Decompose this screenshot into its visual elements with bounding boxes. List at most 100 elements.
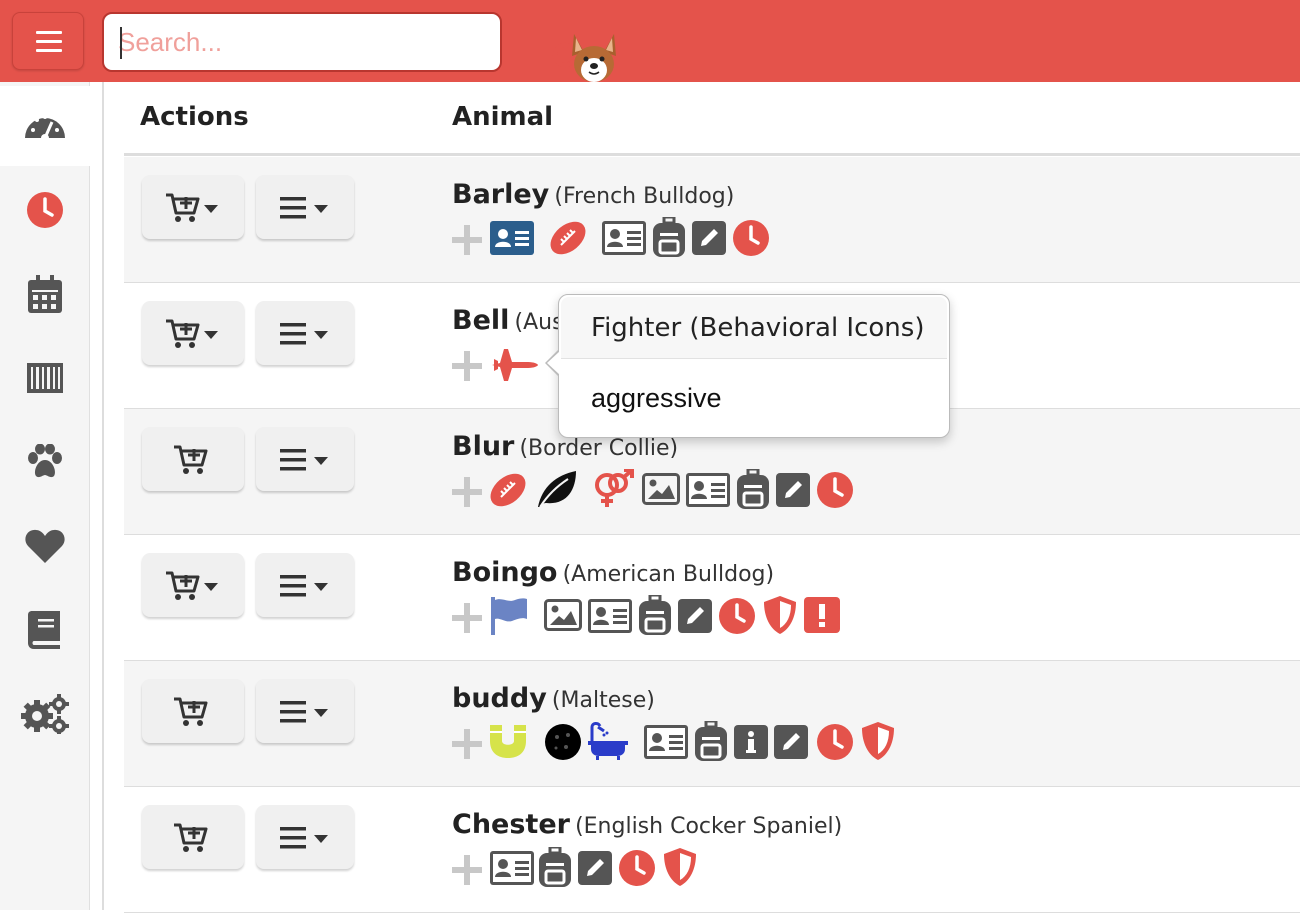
magnet-icon[interactable] xyxy=(488,723,528,759)
id-card-icon[interactable] xyxy=(490,221,534,255)
edit-icon[interactable] xyxy=(776,473,810,507)
add-icon[interactable] xyxy=(450,475,484,509)
id-card-icon[interactable] xyxy=(644,725,688,759)
search-input[interactable] xyxy=(118,24,438,60)
menu-dropdown-button[interactable] xyxy=(256,301,354,365)
menu-dropdown-button[interactable] xyxy=(256,805,354,869)
id-card-icon[interactable] xyxy=(602,221,646,255)
animal-name-line[interactable]: Boingo (American Bulldog) xyxy=(452,557,774,588)
cart-dropdown-button[interactable] xyxy=(142,553,244,617)
list-icon xyxy=(280,449,306,471)
cart-button[interactable] xyxy=(142,427,244,491)
caret-down-icon xyxy=(204,331,218,339)
dashboard-icon xyxy=(25,115,65,142)
backpack-icon[interactable] xyxy=(638,595,672,635)
sidebar-item-favorites[interactable] xyxy=(0,506,90,586)
animal-name[interactable]: Bell xyxy=(452,305,509,336)
menu-dropdown-button[interactable] xyxy=(256,427,354,491)
clock-icon[interactable] xyxy=(732,219,770,257)
add-icon[interactable] xyxy=(450,601,484,635)
animal-breed: (American Bulldog) xyxy=(562,562,775,587)
gender-icon[interactable] xyxy=(592,469,636,509)
edit-icon[interactable] xyxy=(578,851,612,885)
backpack-icon[interactable] xyxy=(652,217,686,257)
shield-icon[interactable] xyxy=(860,721,896,761)
caret-down-icon xyxy=(204,205,218,213)
sidebar-item-calendar[interactable] xyxy=(0,254,90,334)
edit-icon[interactable] xyxy=(692,221,726,255)
add-icon[interactable] xyxy=(450,727,484,761)
football-icon[interactable] xyxy=(488,471,528,509)
caret-down-icon xyxy=(314,331,328,339)
backpack-icon[interactable] xyxy=(736,469,770,509)
shield-icon[interactable] xyxy=(762,595,798,635)
settings-icon xyxy=(21,694,69,734)
clock-icon[interactable] xyxy=(816,471,854,509)
leaf-icon[interactable] xyxy=(534,469,578,509)
info-icon[interactable] xyxy=(734,725,768,759)
sidebar xyxy=(0,82,90,910)
animal-name[interactable]: Blur xyxy=(452,431,514,462)
animal-name-line[interactable]: Barley (French Bulldog) xyxy=(452,179,734,210)
cookie-icon[interactable] xyxy=(544,723,582,761)
cart-plus-icon xyxy=(174,445,208,474)
menu-dropdown-button[interactable] xyxy=(256,679,354,743)
hamburger-line xyxy=(36,40,62,43)
fighter-jet-icon[interactable] xyxy=(490,347,538,383)
table-row: Chester (English Cocker Spaniel) xyxy=(124,787,1300,913)
sidebar-item-settings[interactable] xyxy=(0,674,90,754)
cart-plus-icon xyxy=(174,823,208,852)
id-card-icon[interactable] xyxy=(490,851,534,885)
animal-name-line[interactable]: Bell (Aus xyxy=(452,305,564,336)
sidebar-divider xyxy=(90,82,104,910)
sidebar-item-book[interactable] xyxy=(0,590,90,670)
add-icon[interactable] xyxy=(450,223,484,257)
caret-down-icon xyxy=(314,835,328,843)
add-icon[interactable] xyxy=(450,853,484,887)
sidebar-item-clock[interactable] xyxy=(0,170,90,250)
sidebar-item-barcode[interactable] xyxy=(0,338,90,418)
cart-dropdown-button[interactable] xyxy=(142,175,244,239)
edit-icon[interactable] xyxy=(678,599,712,633)
bath-icon[interactable] xyxy=(588,721,628,761)
animal-name[interactable]: Barley xyxy=(452,179,549,210)
cart-plus-icon xyxy=(166,571,200,600)
popover-title: Fighter (Behavioral Icons) xyxy=(561,297,947,359)
flag-icon[interactable] xyxy=(490,597,528,635)
football-icon[interactable] xyxy=(548,219,588,257)
menu-dropdown-button[interactable] xyxy=(256,175,354,239)
barcode-icon xyxy=(27,363,63,393)
backpack-icon[interactable] xyxy=(694,721,728,761)
table-header: Actions Animal xyxy=(124,82,1300,156)
behavior-popover: Fighter (Behavioral Icons) aggressive xyxy=(545,294,950,438)
clock-icon[interactable] xyxy=(618,849,656,887)
id-card-icon[interactable] xyxy=(588,599,632,633)
clock-icon[interactable] xyxy=(816,723,854,761)
animal-name-line[interactable]: buddy (Maltese) xyxy=(452,683,655,714)
book-icon xyxy=(28,611,60,649)
alert-icon[interactable] xyxy=(804,597,840,633)
cart-dropdown-button[interactable] xyxy=(142,301,244,365)
id-card-icon[interactable] xyxy=(686,473,730,507)
animal-name-line[interactable]: Chester (English Cocker Spaniel) xyxy=(452,809,842,840)
caret-down-icon xyxy=(314,457,328,465)
caret-down-icon xyxy=(314,709,328,717)
clock-icon[interactable] xyxy=(718,597,756,635)
add-icon[interactable] xyxy=(450,349,484,383)
animal-name[interactable]: Chester xyxy=(452,809,570,840)
image-icon[interactable] xyxy=(544,599,582,631)
shield-icon[interactable] xyxy=(662,847,698,887)
sidebar-item-dashboard[interactable] xyxy=(0,86,90,166)
animal-name[interactable]: buddy xyxy=(452,683,547,714)
dog-mascot-icon xyxy=(572,34,616,82)
cart-button[interactable] xyxy=(142,679,244,743)
menu-button[interactable] xyxy=(12,12,84,70)
animal-breed: (Maltese) xyxy=(551,688,655,713)
sidebar-item-animals[interactable] xyxy=(0,422,90,502)
backpack-icon[interactable] xyxy=(538,847,572,887)
menu-dropdown-button[interactable] xyxy=(256,553,354,617)
edit-icon[interactable] xyxy=(774,725,808,759)
image-icon[interactable] xyxy=(642,473,680,505)
animal-name[interactable]: Boingo xyxy=(452,557,557,588)
cart-button[interactable] xyxy=(142,805,244,869)
